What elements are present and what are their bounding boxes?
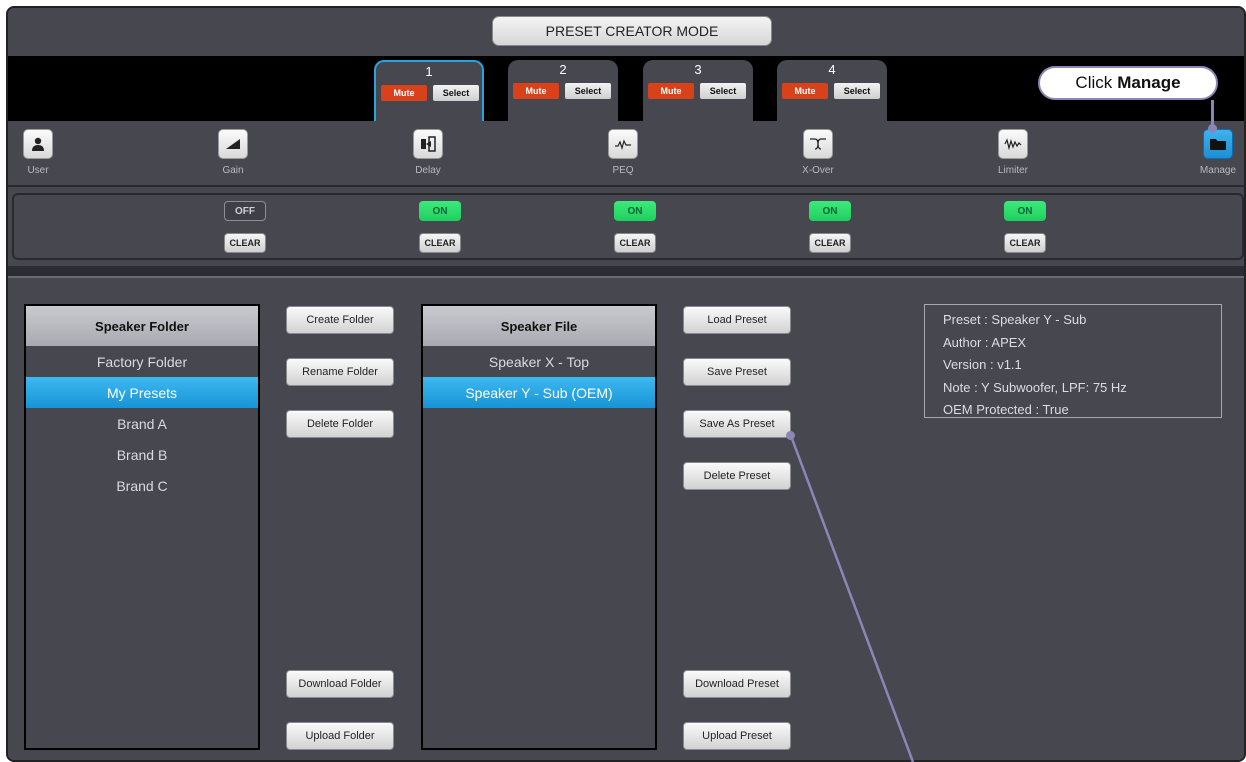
- mute-button[interactable]: Mute: [381, 85, 427, 101]
- preset-note: Note : Y Subwoofer, LPF: 75 Hz: [943, 379, 1127, 395]
- tool-label: Manage: [1199, 165, 1237, 176]
- preset-author: Author : APEX: [943, 334, 1027, 350]
- limiter-waveform-icon: [998, 129, 1028, 159]
- tool-label: Limiter: [997, 165, 1028, 176]
- folder-item-my-presets[interactable]: My Presets: [26, 377, 258, 408]
- mute-button[interactable]: Mute: [648, 83, 694, 99]
- peq-clear-button[interactable]: CLEAR: [614, 233, 656, 253]
- tool-peq[interactable]: PEQ: [593, 127, 653, 183]
- gain-clear-button[interactable]: CLEAR: [224, 233, 266, 253]
- preset-oem-protected: OEM Protected : True: [943, 402, 1069, 417]
- preset-name: Preset : Speaker Y - Sub: [943, 312, 1087, 327]
- tool-delay[interactable]: Delay: [398, 127, 458, 183]
- save-as-preset-button[interactable]: Save As Preset: [683, 410, 791, 438]
- tool-manage[interactable]: Manage: [1188, 127, 1244, 183]
- select-button[interactable]: Select: [700, 83, 746, 99]
- preset-info-box: Preset : Speaker Y - Sub Author : APEX V…: [924, 304, 1222, 418]
- delay-icon: [413, 129, 443, 159]
- tool-label: Gain: [222, 165, 244, 176]
- tool-gain[interactable]: Gain: [203, 127, 263, 183]
- peq-toggle[interactable]: ON: [614, 201, 656, 221]
- list-header: Speaker File: [423, 306, 655, 346]
- tool-label: Delay: [415, 165, 441, 176]
- folder-icon: [1203, 129, 1233, 159]
- limiter-toggle[interactable]: ON: [1004, 201, 1046, 221]
- folder-item-factory[interactable]: Factory Folder: [26, 346, 258, 377]
- instruction-callout: Click Manage: [1038, 66, 1218, 100]
- delay-toggle[interactable]: ON: [419, 201, 461, 221]
- list-header: Speaker Folder: [26, 306, 258, 346]
- limiter-clear-button[interactable]: CLEAR: [1004, 233, 1046, 253]
- save-preset-button[interactable]: Save Preset: [683, 358, 791, 386]
- channel-number: 2: [559, 62, 567, 77]
- channel-tab-2[interactable]: 2 Mute Select: [508, 60, 618, 124]
- tool-user[interactable]: User: [8, 127, 68, 183]
- upload-folder-button[interactable]: Upload Folder: [286, 722, 394, 750]
- delete-folder-button[interactable]: Delete Folder: [286, 410, 394, 438]
- function-toolbar: User Gain Delay PEQ X-Over Limiter Manag…: [8, 121, 1244, 187]
- select-button[interactable]: Select: [565, 83, 611, 99]
- tool-xover[interactable]: X-Over: [788, 127, 848, 183]
- file-item-speaker-y-sub[interactable]: Speaker Y - Sub (OEM): [423, 377, 655, 408]
- rename-folder-button[interactable]: Rename Folder: [286, 358, 394, 386]
- xover-clear-button[interactable]: CLEAR: [809, 233, 851, 253]
- folder-item-brand-c[interactable]: Brand C: [26, 470, 258, 501]
- title-bar: PRESET CREATOR MODE: [8, 8, 1244, 56]
- delay-clear-button[interactable]: CLEAR: [419, 233, 461, 253]
- crossover-icon: [803, 129, 833, 159]
- xover-toggle[interactable]: ON: [809, 201, 851, 221]
- user-icon: [23, 129, 53, 159]
- speaker-folder-list: Speaker Folder Factory Folder My Presets…: [24, 304, 260, 750]
- download-folder-button[interactable]: Download Folder: [286, 670, 394, 698]
- channel-number: 1: [425, 64, 433, 79]
- tool-limiter[interactable]: Limiter: [983, 127, 1043, 183]
- gain-toggle[interactable]: OFF: [224, 201, 266, 221]
- select-button[interactable]: Select: [834, 83, 880, 99]
- folder-item-brand-a[interactable]: Brand A: [26, 408, 258, 439]
- upload-preset-button[interactable]: Upload Preset: [683, 722, 791, 750]
- annotation-pointer-dot: [786, 431, 795, 440]
- divider: [8, 266, 1244, 276]
- mute-button[interactable]: Mute: [513, 83, 559, 99]
- mute-button[interactable]: Mute: [782, 83, 828, 99]
- channel-tab-4[interactable]: 4 Mute Select: [777, 60, 887, 124]
- peq-curve-icon: [608, 129, 638, 159]
- create-folder-button[interactable]: Create Folder: [286, 306, 394, 334]
- select-button[interactable]: Select: [433, 85, 479, 101]
- callout-target: Manage: [1117, 73, 1181, 92]
- tool-label: PEQ: [612, 165, 634, 176]
- channel-tab-3[interactable]: 3 Mute Select: [643, 60, 753, 124]
- channel-number: 3: [694, 62, 702, 77]
- callout-prefix: Click: [1075, 73, 1113, 92]
- delete-preset-button[interactable]: Delete Preset: [683, 462, 791, 490]
- load-preset-button[interactable]: Load Preset: [683, 306, 791, 334]
- channel-number: 4: [828, 62, 836, 77]
- file-item-speaker-x-top[interactable]: Speaker X - Top: [423, 346, 655, 377]
- tool-label: User: [27, 165, 49, 176]
- manage-panel: Speaker Folder Factory Folder My Presets…: [8, 276, 1244, 760]
- channel-tab-1[interactable]: 1 Mute Select: [374, 60, 484, 124]
- callout-pointer-dot: [1208, 124, 1217, 133]
- preset-creator-mode-button[interactable]: PRESET CREATOR MODE: [492, 16, 772, 46]
- gain-icon: [218, 129, 248, 159]
- preset-version: Version : v1.1: [943, 357, 1022, 372]
- module-toggle-panel: OFF CLEAR ON CLEAR ON CLEAR ON CLEAR ON …: [12, 193, 1244, 260]
- folder-item-brand-b[interactable]: Brand B: [26, 439, 258, 470]
- tool-label: X-Over: [802, 165, 834, 176]
- app-window: PRESET CREATOR MODE 1 Mute Select 2 Mute…: [6, 6, 1246, 762]
- download-preset-button[interactable]: Download Preset: [683, 670, 791, 698]
- speaker-file-list: Speaker File Speaker X - Top Speaker Y -…: [421, 304, 657, 750]
